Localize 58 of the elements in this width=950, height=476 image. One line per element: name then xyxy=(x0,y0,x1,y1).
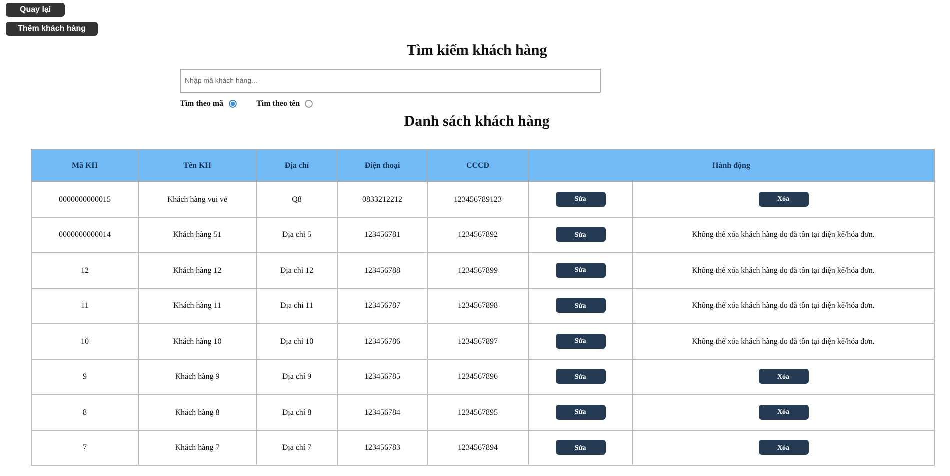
table-cell: Khách hàng 10 xyxy=(138,324,256,359)
table-cell: Địa chỉ 7 xyxy=(256,430,338,466)
list-title: Danh sách khách hàng xyxy=(403,114,551,131)
table-cell: 1234567898 xyxy=(428,288,528,324)
back-button[interactable]: Quay lại xyxy=(6,3,66,17)
table-cell: Khách hàng 9 xyxy=(138,359,256,394)
column-header: Địa chỉ xyxy=(256,150,338,182)
table-cell: 0000000000015 xyxy=(32,182,138,217)
table-cell: 10 xyxy=(32,324,138,359)
table-cell: Khách hàng 51 xyxy=(138,217,256,252)
radio-button[interactable] xyxy=(305,100,314,108)
table-cell: 123456786 xyxy=(338,324,428,359)
radio-button[interactable] xyxy=(228,100,237,108)
table-cell: 123456788 xyxy=(338,252,428,288)
table-cell: 123456781 xyxy=(338,217,428,252)
table-cell: Địa chỉ 5 xyxy=(256,217,338,252)
table-cell: Khách hàng 11 xyxy=(138,288,256,324)
table-cell: 1234567897 xyxy=(428,324,528,359)
radio-label: Tìm theo tên xyxy=(256,99,300,108)
table-cell: 12 xyxy=(32,252,138,288)
column-header: Mã KH xyxy=(32,150,138,182)
add-customer-button[interactable]: Thêm khách hàng xyxy=(6,22,98,36)
table-cell: 8 xyxy=(32,394,138,430)
table-cell: 123456783 xyxy=(338,430,428,466)
table-cell: Không thể xóa khách hàng do đã tồn tại điện kế/hóa đơn. xyxy=(632,288,934,324)
table-cell: 1234567895 xyxy=(428,394,528,430)
table-cell: Khách hàng 8 xyxy=(138,394,256,430)
table-cell: 1234567896 xyxy=(428,359,528,394)
radio-label: Tìm theo mã xyxy=(180,99,224,108)
column-header: Hành động xyxy=(528,150,934,182)
table-cell: 1234567892 xyxy=(428,217,528,252)
table-cell: Khách hàng 7 xyxy=(138,430,256,466)
column-header: Điện thoại xyxy=(338,150,428,182)
table-cell: 0833212212 xyxy=(338,182,428,217)
table-cell: 1234567899 xyxy=(428,252,528,288)
search-title: Tìm kiếm khách hàng xyxy=(406,43,548,60)
table-cell: 123456787 xyxy=(338,288,428,324)
table-cell: 1234567894 xyxy=(428,430,528,466)
table-cell: 11 xyxy=(32,288,138,324)
table-cell: Địa chỉ 9 xyxy=(256,359,338,394)
table-cell: Khách hàng 12 xyxy=(138,252,256,288)
table-cell: Không thể xóa khách hàng do đã tồn tại điện kế/hóa đơn. xyxy=(632,252,934,288)
table-cell: Khách hàng vui vẻ xyxy=(138,182,256,217)
table-cell: Không thể xóa khách hàng do đã tồn tại điện kế/hóa đơn. xyxy=(632,217,934,252)
table-cell: 9 xyxy=(32,359,138,394)
table-cell: Địa chỉ 8 xyxy=(256,394,338,430)
table-cell: Không thể xóa khách hàng do đã tồn tại điện kế/hóa đơn. xyxy=(632,324,934,359)
table-cell: 0000000000014 xyxy=(32,217,138,252)
table-cell: Địa chỉ 12 xyxy=(256,252,338,288)
table-cell: 123456789123 xyxy=(428,182,528,217)
table-cell: 123456785 xyxy=(338,359,428,394)
table-cell: Địa chỉ 10 xyxy=(256,324,338,359)
table-cell: Địa chỉ 11 xyxy=(256,288,338,324)
column-header: CCCD xyxy=(428,150,528,182)
column-header: Tên KH xyxy=(138,150,256,182)
table-cell: Q8 xyxy=(256,182,338,217)
table-cell: 123456784 xyxy=(338,394,428,430)
table-cell: 7 xyxy=(32,430,138,466)
